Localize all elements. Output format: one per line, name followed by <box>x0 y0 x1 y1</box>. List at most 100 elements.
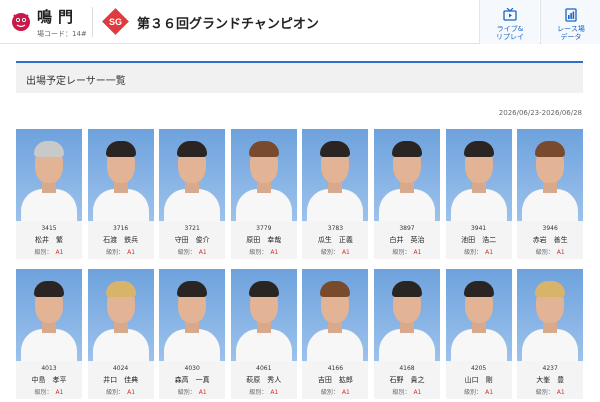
rank-value: A1 <box>485 389 494 396</box>
racer-name[interactable]: 池田 浩二 <box>446 235 512 245</box>
rank-value: A1 <box>55 249 64 256</box>
stadium-data-label: レース場 データ <box>557 25 585 41</box>
rank-value: A1 <box>341 249 350 256</box>
racer-photo[interactable] <box>230 129 297 221</box>
racer-photo[interactable] <box>517 129 584 221</box>
racer-name[interactable]: 守田 俊介 <box>159 235 225 245</box>
racer-photo[interactable] <box>159 269 226 361</box>
racer-name[interactable]: 赤岩 善生 <box>517 235 583 245</box>
racer-photo[interactable] <box>230 269 297 361</box>
racer-number: 3946 <box>542 225 558 232</box>
section-title-bar: 出場予定レーサー一覧 <box>16 61 583 93</box>
racer-card[interactable]: 4061 萩原 秀人級別： A1 <box>230 269 297 399</box>
racer-name[interactable]: 松井 繁 <box>16 235 82 245</box>
racer-card[interactable]: 3946 赤岩 善生 級別： A1 <box>517 129 584 259</box>
racer-number: 4166 <box>327 365 344 372</box>
racer-card[interactable]: 3721 守田 俊介 級別： A1 <box>159 129 226 259</box>
racer-name[interactable]: 森高 一真 <box>159 375 225 385</box>
racer-number: 4030 <box>184 365 200 372</box>
racer-rank: 級別： A1 <box>177 389 207 396</box>
racer-number: 4237 <box>542 365 558 372</box>
racer-card[interactable]: 3897 白井 英治 級別： A1 <box>374 129 440 259</box>
racer-photo[interactable] <box>87 269 154 361</box>
racer-number: 4205 <box>470 365 487 372</box>
racer-photo[interactable] <box>517 269 584 361</box>
rank-value: A1 <box>341 389 350 396</box>
racer-card[interactable]: 3941 池田 浩二級別： A1 <box>445 129 512 259</box>
racer-card[interactable]: 4168 石野 貴之 級別： A1 <box>374 269 440 399</box>
stadium-data-button[interactable]: レース場 データ <box>540 0 600 44</box>
racer-name[interactable]: 瓜生 正義 <box>302 235 368 245</box>
racer-card[interactable]: 3783 瓜生 正義 級別： A1 <box>302 129 369 259</box>
racer-photo[interactable] <box>374 129 440 221</box>
racer-name[interactable]: 原田 幸哉 <box>231 235 297 245</box>
rank-value: A1 <box>413 389 422 396</box>
racer-photo[interactable] <box>445 129 512 221</box>
racer-rank: 級別： A1 <box>320 389 350 396</box>
event-period: 2026/06/23-2026/06/28 <box>498 109 582 117</box>
racer-rank: 級別： A1 <box>392 249 422 256</box>
racer-number: 4061 <box>256 365 272 372</box>
racer-rank: 級別： A1 <box>535 389 565 396</box>
racer-rank: 級別： A1 <box>249 249 279 256</box>
racer-photo[interactable] <box>16 129 82 221</box>
racer-name[interactable]: 吉田 拡郎 <box>302 375 368 385</box>
racer-number: 3941 <box>470 225 487 232</box>
racer-photo[interactable] <box>302 269 369 361</box>
live-replay-button[interactable]: ライブ& リプレイ <box>479 0 539 44</box>
racer-photo[interactable] <box>374 269 440 361</box>
racer-rank: 級別： A1 <box>177 249 207 256</box>
data-document-icon <box>565 8 577 22</box>
tv-icon <box>503 8 517 21</box>
section-title: 出場予定レーサー一覧 <box>26 76 126 87</box>
racer-name[interactable]: 萩原 秀人 <box>231 375 297 385</box>
racer-photo[interactable] <box>159 129 226 221</box>
racer-card[interactable]: 4166 吉田 拡郎級別： A1 <box>302 269 369 399</box>
racer-number: 3415 <box>41 225 57 232</box>
racer-rank: 級別： A1 <box>106 389 136 396</box>
racer-card[interactable]: 4030 森高 一真級別： A1 <box>159 269 226 399</box>
rank-value: A1 <box>127 249 136 256</box>
racer-name[interactable]: 石渡 鉄兵 <box>88 235 154 245</box>
race-title: 第３６回グランドチャンピオン <box>137 17 319 32</box>
racer-photo[interactable] <box>302 129 369 221</box>
racer-photo[interactable] <box>16 269 82 361</box>
racer-photo[interactable] <box>445 269 512 361</box>
racer-rank: 級別： A1 <box>34 389 64 396</box>
racer-card[interactable]: 4024 井口 佳典級別： A1 <box>87 269 154 399</box>
live-replay-label: ライブ& リプレイ <box>496 25 524 41</box>
racer-photo[interactable] <box>87 129 154 221</box>
racer-card[interactable]: 3415 松井 繁級別： A1 <box>16 129 82 259</box>
racer-rank: 級別： A1 <box>464 249 494 256</box>
racer-name[interactable]: 井口 佳典 <box>88 375 154 385</box>
rank-value: A1 <box>270 249 279 256</box>
racer-name[interactable]: 大峯 豊 <box>517 375 583 385</box>
venue-name[interactable]: 鳴門 <box>37 6 79 27</box>
svg-text:SG: SG <box>109 17 122 27</box>
rank-value: A1 <box>55 389 64 396</box>
racer-number: 3783 <box>327 225 344 232</box>
rank-value: A1 <box>413 249 422 256</box>
racer-card[interactable]: 4205 山口 剛級別： A1 <box>445 269 512 399</box>
racer-rank: 級別： A1 <box>249 389 279 396</box>
header-divider <box>92 7 93 37</box>
racer-name[interactable]: 石野 貴之 <box>374 375 440 385</box>
racer-number: 4024 <box>112 365 129 372</box>
racer-rank: 級別： A1 <box>392 389 422 396</box>
rank-value: A1 <box>556 389 565 396</box>
racer-card[interactable]: 4013 中島 孝平 級別： A1 <box>16 269 82 399</box>
racer-card[interactable]: 3716 石渡 鉄兵 級別： A1 <box>87 129 154 259</box>
venue-mascot-logo-icon[interactable] <box>9 9 33 33</box>
racer-number: 3779 <box>256 225 272 232</box>
racer-card[interactable]: 4237 大峯 豊級別： A1 <box>517 269 584 399</box>
rank-value: A1 <box>556 249 565 256</box>
rank-value: A1 <box>270 389 279 396</box>
racer-rank: 級別： A1 <box>106 249 136 256</box>
rank-value: A1 <box>198 249 207 256</box>
racer-name[interactable]: 山口 剛 <box>446 375 512 385</box>
racer-name[interactable]: 白井 英治 <box>374 235 440 245</box>
rank-value: A1 <box>127 389 136 396</box>
racer-name[interactable]: 中島 孝平 <box>16 375 82 385</box>
site-header: 鳴門 場コード：14# SG 第３６回グランドチャンピオン ライブ& リプレイ レ… <box>0 0 600 44</box>
racer-card[interactable]: 3779 原田 幸哉級別： A1 <box>230 129 297 259</box>
